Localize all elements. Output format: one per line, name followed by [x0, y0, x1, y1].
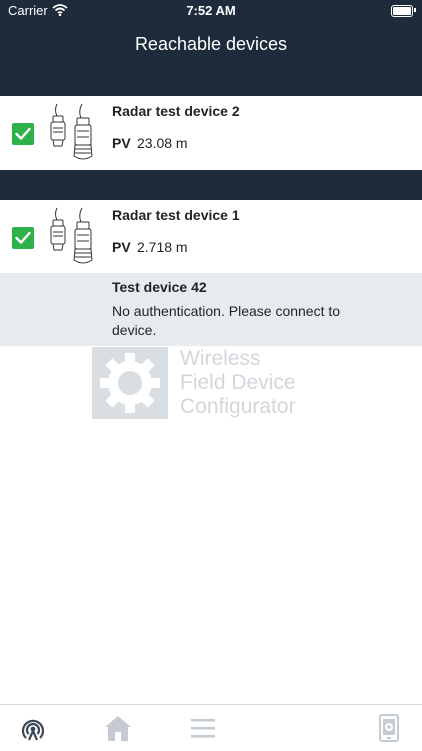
page-title: Reachable devices — [134, 34, 288, 54]
radar-sensor-icon — [44, 206, 100, 273]
home-icon[interactable] — [103, 713, 133, 743]
gear-icon — [92, 347, 168, 419]
device-row[interactable]: Radar test device 1 PV 2.718 m — [0, 200, 422, 274]
reachable-devices-icon[interactable] — [18, 713, 48, 743]
section-separator — [0, 170, 422, 200]
status-bar: Carrier 7:52 AM — [0, 0, 422, 22]
watermark-text: Wireless — [180, 347, 261, 370]
watermark-text: Configurator — [180, 395, 296, 418]
navigation-bar: Reachable devices — [0, 22, 422, 96]
pv-value: 23.08 m — [137, 135, 188, 151]
battery-icon — [391, 5, 413, 17]
tab-bar — [0, 704, 422, 751]
device-name: Radar test device 2 — [112, 103, 240, 119]
device-icon[interactable] — [374, 713, 404, 743]
device-name: Test device 42 — [112, 279, 207, 295]
checkbox-checked-icon[interactable] — [12, 123, 34, 145]
device-name: Radar test device 1 — [112, 207, 240, 223]
authentication-message: No authentication. Please connect to dev… — [112, 303, 341, 338]
radar-sensor-icon — [44, 102, 100, 169]
watermark-text: Field Device — [180, 371, 296, 394]
status-time: 7:52 AM — [186, 3, 236, 18]
device-row[interactable]: Radar test device 2 PV 23.08 m — [0, 96, 422, 170]
battery-tip — [414, 8, 416, 12]
menu-icon[interactable] — [188, 713, 218, 743]
pv-value: 2.718 m — [137, 239, 188, 255]
checkbox-checked-icon[interactable] — [12, 227, 34, 249]
pv-label: PV — [112, 135, 131, 151]
unauthenticated-device-row[interactable]: Test device 42 No authentication. Please… — [0, 273, 422, 346]
pv-label: PV — [112, 239, 131, 255]
app-watermark-logo: Wireless Field Device Configurator — [92, 347, 332, 419]
